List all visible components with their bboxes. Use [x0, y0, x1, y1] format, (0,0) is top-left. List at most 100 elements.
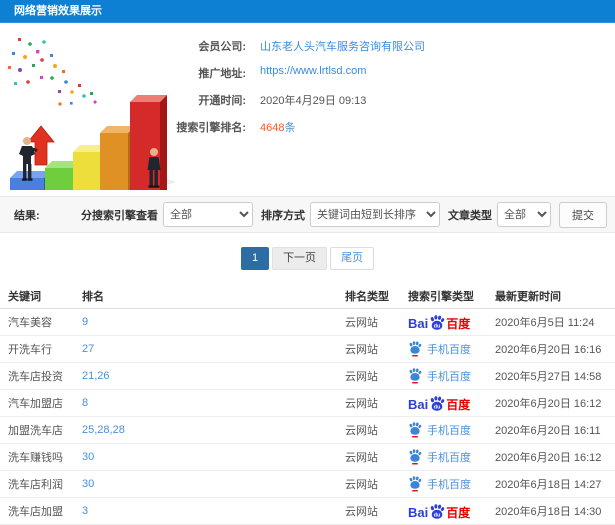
rank-type-cell: 云网站 [345, 398, 378, 410]
baidu-paw-icon: du [431, 314, 445, 330]
table-row: 加盟洗车店 25,28,28 云网站 手机百度 2020年6月20日 16:11 [0, 417, 615, 444]
mobile-baidu-logo: 手机百度 [408, 476, 471, 492]
update-time-cell: 2020年6月18日 14:30 [495, 506, 602, 518]
rank-link[interactable]: 30 [82, 478, 345, 490]
baidu-logo-cn-text: 百度 [446, 316, 471, 331]
baidu-logo-bai-text: Bai [408, 396, 429, 412]
mobile-baidu-text: 手机百度 [427, 425, 471, 437]
engine-cell: Bai du 百度 [408, 503, 495, 520]
rank-link[interactable]: 21,26 [82, 370, 345, 382]
rank-link[interactable]: 3 [82, 505, 345, 517]
table-row: 洗车店加盟 3 云网站 Bai du 百度 2020年6月18日 14:30 [0, 498, 615, 525]
company-label: 会员公司: [198, 41, 246, 53]
update-time-cell: 2020年6月18日 14:27 [495, 479, 602, 491]
rank-link[interactable]: 8 [82, 397, 345, 409]
rank-link[interactable]: 30 [82, 451, 345, 463]
rank-link[interactable]: 25,28,28 [82, 424, 345, 436]
page-title: 网络营销效果展示 [14, 5, 102, 17]
sort-label: 排序方式 [261, 209, 305, 222]
title-bar: 网络营销效果展示 [0, 0, 615, 23]
engine-cell: 手机百度 [408, 422, 495, 438]
update-time-cell: 2020年5月27日 14:58 [495, 371, 602, 383]
header-rank: 排名 [82, 290, 104, 303]
submit-button[interactable]: 提交 [559, 201, 607, 228]
mobile-baidu-paw-icon [409, 449, 422, 465]
update-time-cell: 2020年6月20日 16:16 [495, 344, 602, 356]
table-header-row: 关键词 排名 排名类型 搜索引擎类型 最新更新时间 [0, 283, 615, 309]
mobile-baidu-logo: 手机百度 [408, 449, 471, 465]
mobile-baidu-text: 手机百度 [427, 344, 471, 356]
mobile-baidu-paw-icon [409, 368, 422, 384]
rank-count-value: 4648条 [260, 119, 295, 135]
marketing-growth-illustration [0, 30, 185, 215]
header-keyword: 关键词 [8, 290, 41, 303]
keyword-cell: 开洗车行 [8, 344, 52, 356]
table-body: 汽车美容 9 云网站 Bai du 百度 2020年6月5日 11:24 开洗车… [0, 309, 615, 525]
engine-cell: 手机百度 [408, 449, 495, 465]
table-row: 洗车店投资 21,26 云网站 手机百度 2020年5月27日 14:58 [0, 363, 615, 390]
header-rank-type: 排名类型 [345, 290, 389, 303]
engine-cell: 手机百度 [408, 368, 495, 384]
table-row: 开洗车行 27 云网站 手机百度 2020年6月20日 16:16 [0, 336, 615, 363]
result-label: 结果: [14, 209, 40, 222]
rank-count-unit: 条 [284, 122, 296, 134]
pagination: 1 下一页 尾页 [0, 247, 615, 270]
header-update-time: 最新更新时间 [495, 290, 561, 303]
baidu-paw-icon: du [431, 395, 445, 411]
bar-chart-clipart-icon [8, 38, 175, 215]
table-row: 汽车加盟店 8 云网站 Bai du 百度 2020年6月20日 16:12 [0, 390, 615, 417]
engine-filter-select[interactable]: 全部 [163, 202, 253, 227]
update-time-cell: 2020年6月20日 16:12 [495, 398, 602, 410]
rank-type-cell: 云网站 [345, 371, 378, 383]
page-last-button[interactable]: 尾页 [330, 247, 375, 270]
svg-text:du: du [434, 512, 441, 518]
article-type-select[interactable]: 全部 [497, 202, 551, 227]
table-row: 洗车店利润 30 云网站 手机百度 2020年6月18日 14:27 [0, 471, 615, 498]
baidu-logo-bai-text: Bai [408, 504, 429, 520]
rank-link[interactable]: 9 [82, 316, 345, 328]
rank-count-number: 4648 [260, 122, 285, 134]
table-row: 洗车赚钱吗 30 云网站 手机百度 2020年6月20日 16:12 [0, 444, 615, 471]
header-engine-type: 搜索引擎类型 [408, 290, 474, 303]
baidu-logo: Bai du 百度 [408, 503, 471, 520]
member-info-panel: 会员公司: 山东老人头汽车服务咨询有限公司 推广地址: https://www.… [160, 38, 610, 146]
company-link[interactable]: 山东老人头汽车服务咨询有限公司 [260, 38, 425, 54]
mobile-baidu-text: 手机百度 [427, 479, 471, 491]
filter-bar: 结果: 分搜索引擎查看 全部 排序方式 关键词由短到长排序 文章类型 全部 提交 [0, 196, 615, 233]
rank-type-cell: 云网站 [345, 317, 378, 329]
rank-type-cell: 云网站 [345, 425, 378, 437]
rank-type-cell: 云网站 [345, 344, 378, 356]
page-current[interactable]: 1 [240, 247, 270, 270]
rank-type-cell: 云网站 [345, 479, 378, 491]
mobile-baidu-logo: 手机百度 [408, 368, 471, 384]
mobile-baidu-logo: 手机百度 [408, 422, 471, 438]
keyword-cell: 洗车店利润 [8, 479, 63, 491]
table-row: 汽车美容 9 云网站 Bai du 百度 2020年6月5日 11:24 [0, 309, 615, 336]
results-table: 关键词 排名 排名类型 搜索引擎类型 最新更新时间 汽车美容 9 云网站 Bai… [0, 283, 615, 525]
update-time-cell: 2020年6月20日 16:12 [495, 452, 602, 464]
engine-cell: Bai du 百度 [408, 395, 495, 412]
sort-select[interactable]: 关键词由短到长排序 [310, 202, 440, 227]
rank-link[interactable]: 27 [82, 343, 345, 355]
info-row-company: 会员公司: 山东老人头汽车服务咨询有限公司 [160, 38, 610, 54]
keyword-cell: 洗车赚钱吗 [8, 452, 63, 464]
mobile-baidu-paw-icon [409, 476, 422, 492]
keyword-cell: 洗车店加盟 [8, 506, 63, 518]
baidu-logo-cn-text: 百度 [446, 397, 471, 412]
promo-url-link[interactable]: https://www.lrtlsd.com [260, 65, 366, 77]
article-type-label: 文章类型 [448, 209, 492, 222]
update-time-cell: 2020年6月5日 11:24 [495, 317, 595, 329]
baidu-logo-cn-text: 百度 [446, 505, 471, 520]
mobile-baidu-text: 手机百度 [427, 371, 471, 383]
baidu-logo: Bai du 百度 [408, 314, 471, 331]
open-time-label: 开通时间: [198, 95, 246, 107]
info-row-open-time: 开通时间: 2020年4月29日 09:13 [160, 92, 610, 108]
keyword-cell: 洗车店投资 [8, 371, 63, 383]
mobile-baidu-paw-icon [409, 422, 422, 438]
svg-text:du: du [434, 404, 441, 410]
confetti-dots-icon [8, 38, 97, 106]
page-next-button[interactable]: 下一页 [272, 247, 328, 270]
engine-cell: 手机百度 [408, 476, 495, 492]
baidu-paw-icon: du [431, 503, 445, 519]
update-time-cell: 2020年6月20日 16:11 [495, 425, 601, 437]
